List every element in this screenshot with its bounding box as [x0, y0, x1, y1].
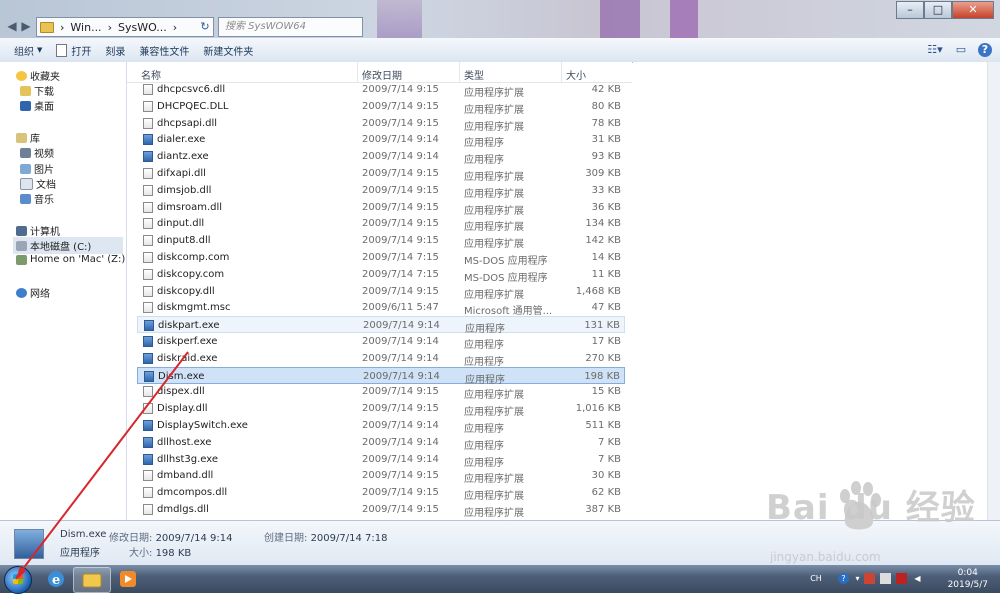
annotation-arrow	[15, 351, 189, 580]
